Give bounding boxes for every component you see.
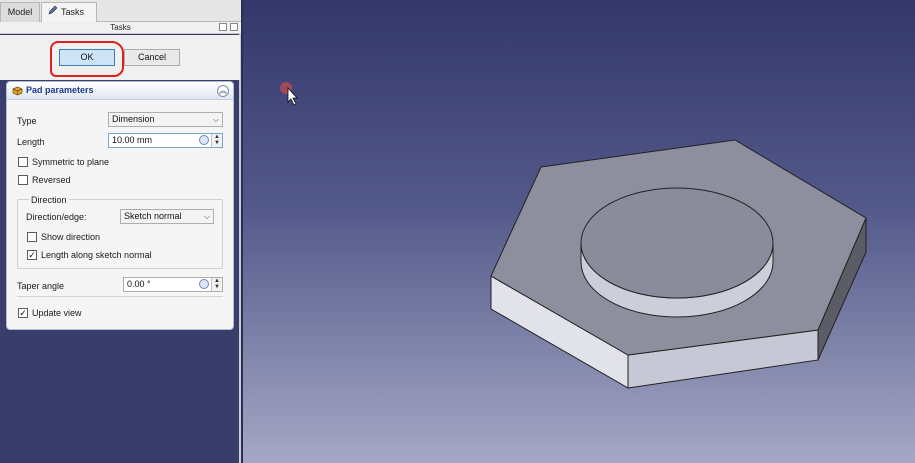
3d-viewport[interactable]	[243, 0, 915, 463]
pad-parameters-title: Pad parameters	[26, 85, 94, 95]
taper-angle-label: Taper angle	[17, 281, 65, 291]
pad-parameters-title-bar[interactable]: Pad parameters ︽	[7, 82, 233, 100]
taper-angle-value: 0.00 °	[127, 279, 151, 289]
length-input[interactable]: 10.00 mm ▲ ▼	[108, 133, 223, 148]
length-input-value: 10.00 mm	[112, 135, 153, 145]
direction-edge-value: Sketch normal	[124, 211, 182, 221]
cylinder-top-face	[580, 187, 774, 299]
update-view-label: Update view	[32, 308, 82, 318]
chevron-down-icon: ⌵	[212, 115, 219, 124]
chevron-down-icon: ⌵	[203, 212, 210, 221]
tab-model[interactable]: Model	[0, 2, 40, 22]
direction-edge-label: Direction/edge:	[26, 212, 87, 222]
task-panel: Model Tasks Tasks OK Cancel Pad paramete…	[0, 0, 241, 463]
dialog-button-box: OK Cancel	[0, 35, 240, 80]
length-along-checkbox[interactable]: ✓	[27, 250, 37, 260]
gear-icon[interactable]	[199, 279, 209, 289]
pencil-icon	[48, 3, 58, 21]
symmetric-checkbox[interactable]	[18, 157, 28, 167]
type-combo-value: Dimension	[112, 114, 155, 124]
3d-model-view	[280, 82, 867, 389]
pad-feature-icon	[12, 85, 23, 96]
tasks-header: Tasks	[0, 22, 241, 34]
tab-tasks[interactable]: Tasks	[41, 2, 97, 23]
length-along-label: Length along sketch normal	[41, 250, 152, 260]
type-label: Type	[17, 116, 37, 126]
float-panel-icon[interactable]	[219, 23, 227, 31]
gear-icon[interactable]	[199, 135, 209, 145]
taper-angle-input[interactable]: 0.00 ° ▲ ▼	[123, 277, 223, 292]
mouse-cursor-icon	[287, 86, 298, 106]
divider	[17, 296, 223, 297]
show-direction-checkbox[interactable]	[27, 232, 37, 242]
symmetric-label: Symmetric to plane	[32, 157, 110, 167]
close-panel-icon[interactable]	[230, 23, 238, 31]
chevron-up-icon[interactable]: ︽	[217, 85, 229, 97]
direction-group-title: Direction	[29, 195, 69, 205]
tab-tasks-label: Tasks	[61, 7, 85, 17]
reversed-checkbox[interactable]	[18, 175, 28, 185]
reversed-label: Reversed	[32, 175, 71, 185]
update-view-checkbox[interactable]: ✓	[18, 308, 28, 318]
length-label: Length	[17, 137, 45, 147]
tab-model-label: Model	[7, 7, 33, 17]
ok-button[interactable]: OK	[59, 49, 115, 66]
show-direction-label: Show direction	[41, 232, 101, 242]
type-combo[interactable]: Dimension ⌵	[108, 112, 223, 127]
spin-arrows-icon[interactable]: ▲ ▼	[211, 278, 222, 291]
pad-parameters-panel: Pad parameters ︽ Type Dimension ⌵ Length…	[6, 81, 234, 330]
direction-edge-combo[interactable]: Sketch normal ⌵	[120, 209, 214, 224]
cancel-button[interactable]: Cancel	[124, 49, 180, 66]
tasks-header-title: Tasks	[110, 23, 131, 32]
tab-bar: Model Tasks	[0, 0, 241, 23]
spin-arrows-icon[interactable]: ▲ ▼	[211, 134, 222, 147]
